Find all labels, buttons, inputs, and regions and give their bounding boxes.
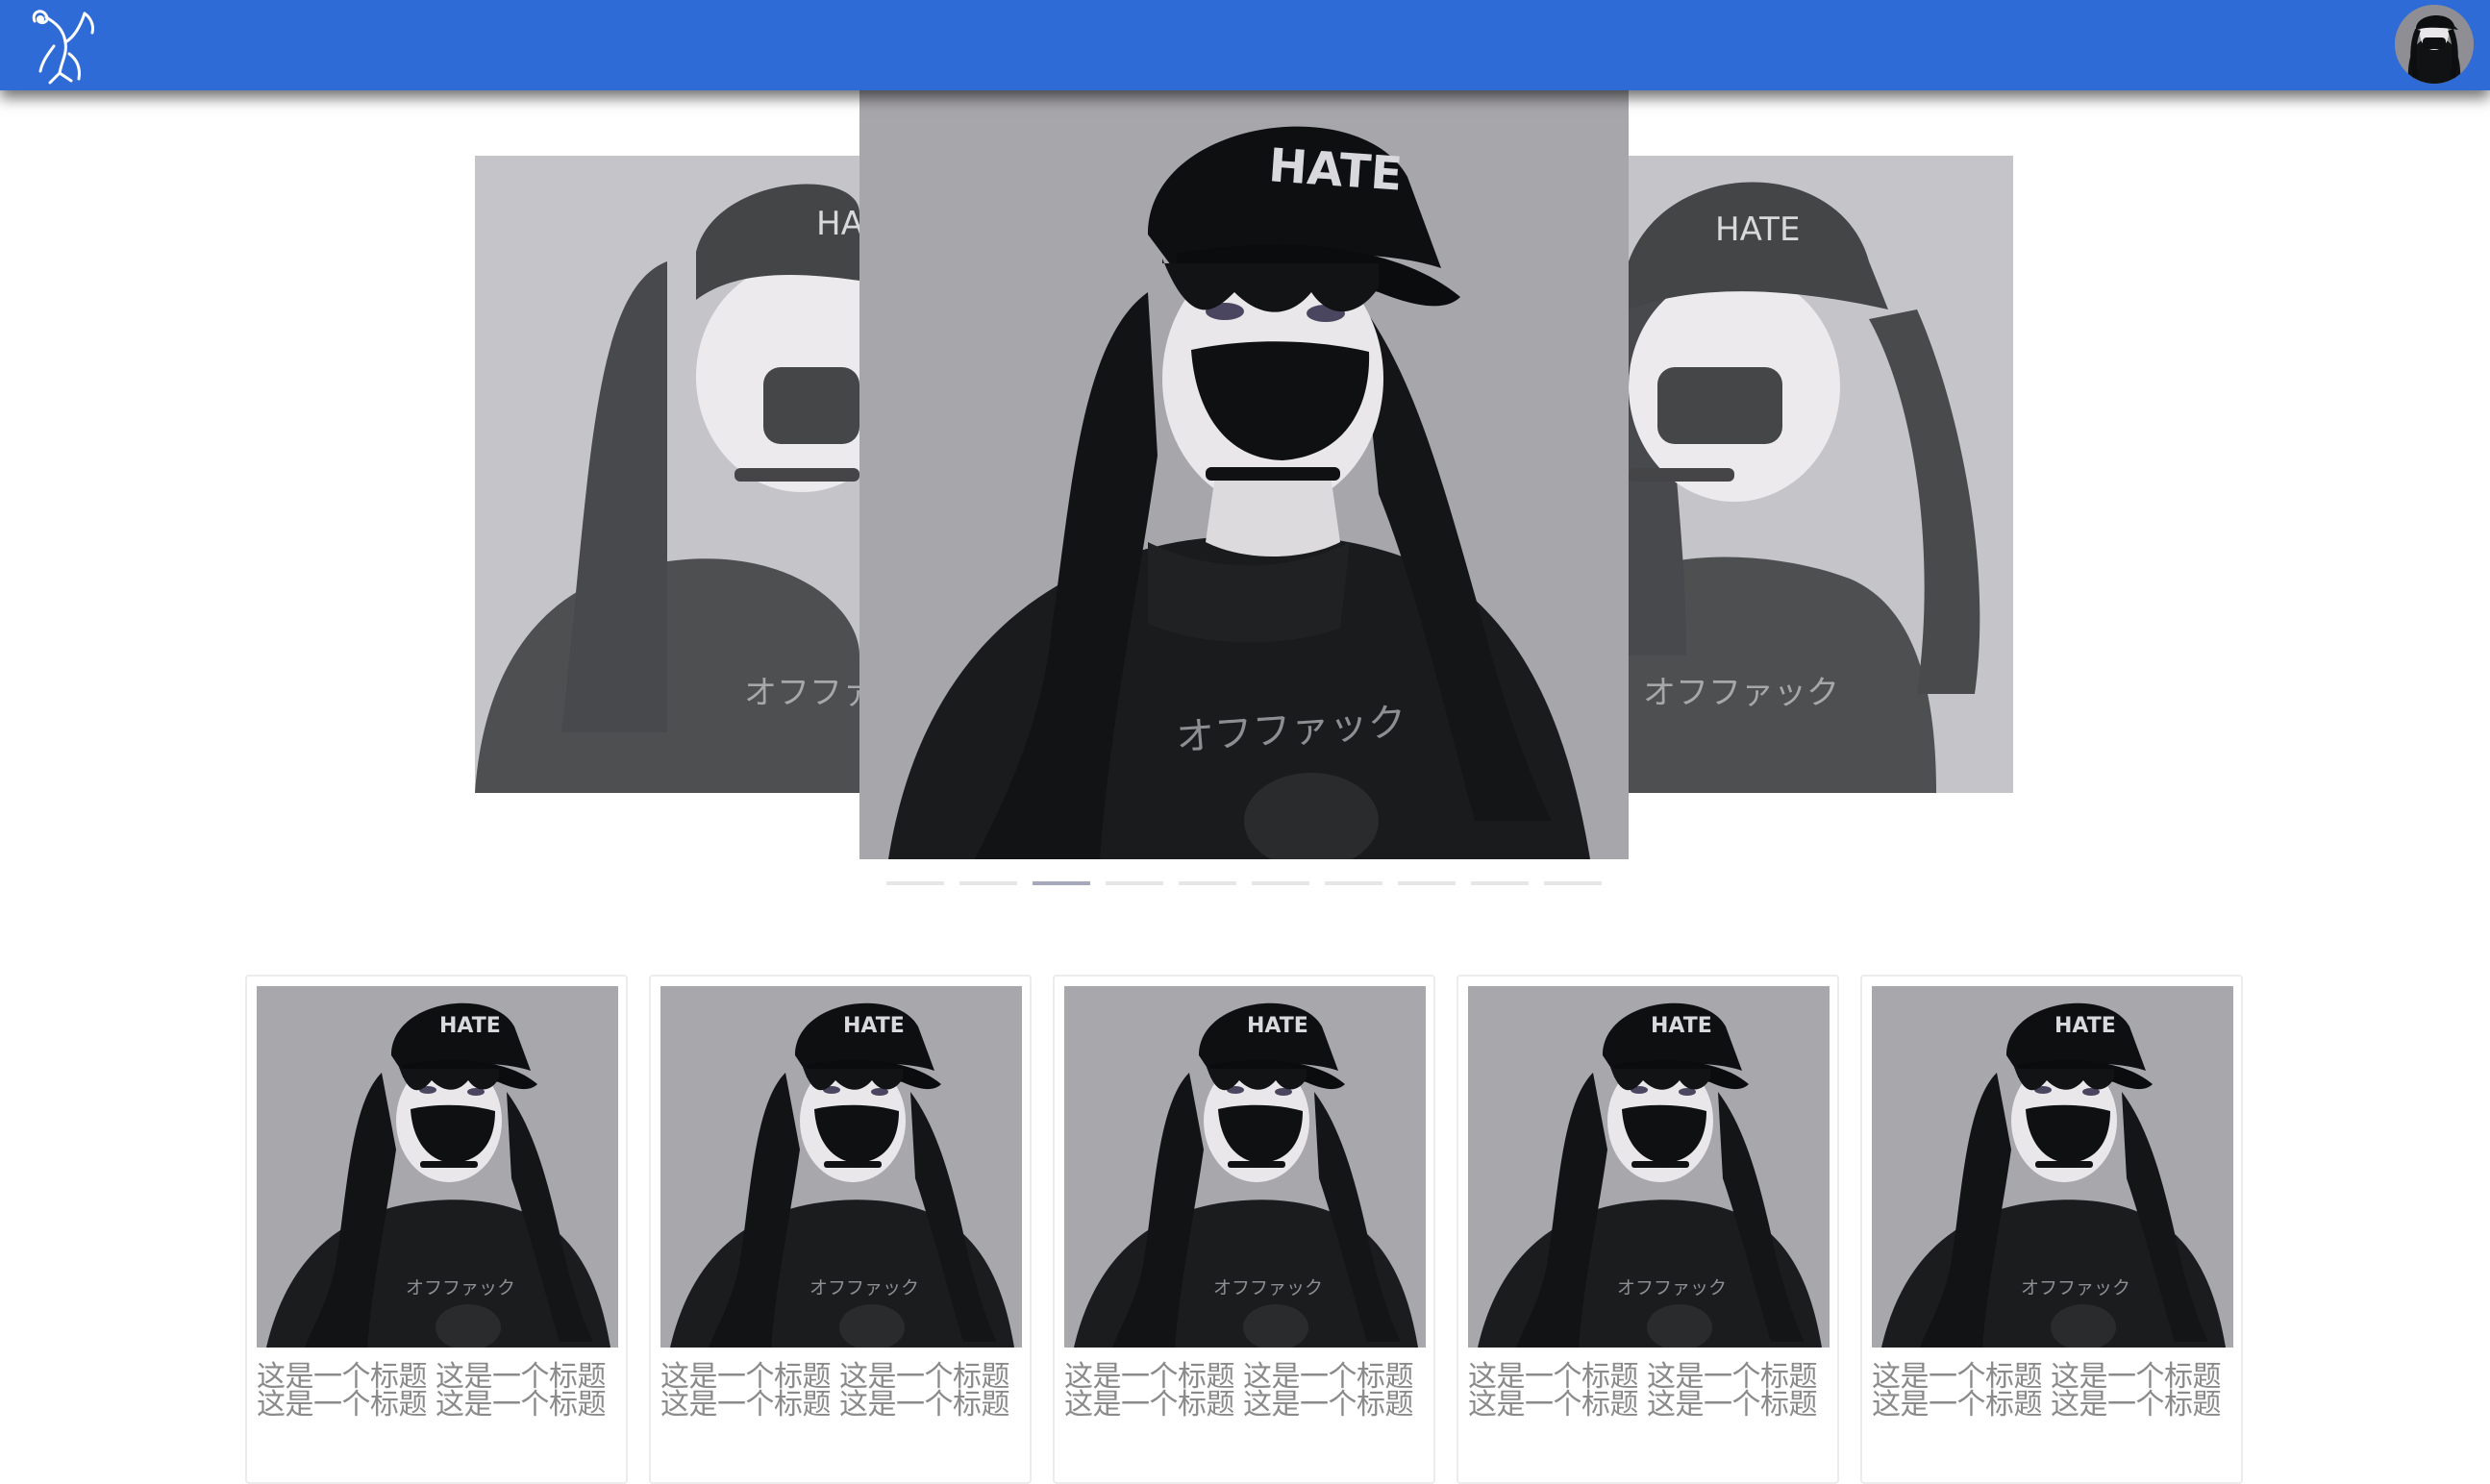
content-card[interactable]: HATE オフファック 这是一个标题 这是一个标题 这是一个标题 这是一个标题	[1053, 975, 1435, 1484]
card-image[interactable]: HATE オフファック	[1872, 986, 2233, 1348]
content-card[interactable]: HATE オフファック 这是一个标题 这是一个标题 这是一个标题 这是一个标题	[245, 975, 628, 1484]
cap-text: HATE	[843, 1014, 905, 1038]
content-card[interactable]: HATE オフファック 这是一个标题 这是一个标题 这是一个标题 这是一个标题	[1457, 975, 1839, 1484]
carousel-indicator-9[interactable]	[1471, 881, 1529, 885]
card-title[interactable]: 这是一个标题 这是一个标题 这是一个标题 这是一个标题	[257, 1363, 616, 1420]
card-title[interactable]: 这是一个标题 这是一个标题 这是一个标题 这是一个标题	[1468, 1363, 1828, 1420]
shirt-text: オフファック	[1617, 1277, 1727, 1298]
card-title[interactable]: 这是一个标题 这是一个标题 这是一个标题 这是一个标题	[660, 1363, 1020, 1420]
content-card[interactable]: HATE オフファック 这是一个标题 这是一个标题 这是一个标题 这是一个标题	[1860, 975, 2243, 1484]
carousel-indicator-8[interactable]	[1398, 881, 1456, 885]
shirt-text: オフファック	[809, 1277, 919, 1298]
card-image[interactable]: HATE オフファック	[1468, 986, 1830, 1348]
user-avatar-icon[interactable]	[2395, 5, 2474, 84]
carousel-indicator-7[interactable]	[1325, 881, 1382, 885]
carousel-indicator-2[interactable]	[959, 881, 1017, 885]
cap-text: HATE	[2054, 1014, 2116, 1038]
cap-text: HATE	[439, 1014, 501, 1038]
cap-text: HATE	[1715, 210, 1800, 249]
cap-text: HATE	[1267, 138, 1405, 202]
card-image[interactable]: HATE オフファック	[1064, 986, 1426, 1348]
carousel-slide-previous[interactable]: HATE オフファック	[475, 156, 859, 793]
card-title[interactable]: 这是一个标题 这是一个标题 这是一个标题 这是一个标题	[1872, 1363, 2231, 1420]
shirt-text: オフファック	[1213, 1277, 1323, 1298]
cap-text: HATE	[1247, 1014, 1308, 1038]
card-title[interactable]: 这是一个标题 这是一个标题 这是一个标题 这是一个标题	[1064, 1363, 1424, 1420]
content-card[interactable]: HATE オフファック 这是一个标题 这是一个标题 这是一个标题 这是一个标题	[649, 975, 1032, 1484]
image-carousel[interactable]: HATE オフファック HATE オフファック	[0, 90, 2490, 898]
top-navbar	[0, 0, 2490, 90]
carousel-indicator-4[interactable]	[1106, 881, 1163, 885]
carousel-indicator-5[interactable]	[1179, 881, 1236, 885]
shirt-text: オフファック	[2021, 1277, 2130, 1298]
carousel-indicator-6[interactable]	[1252, 881, 1309, 885]
cap-text: HATE	[1651, 1014, 1712, 1038]
dancer-logo-icon[interactable]	[21, 4, 98, 87]
card-list: HATE オフファック 这是一个标题 这是一个标题 这是一个标题 这是一个标题	[245, 975, 2243, 1484]
card-image[interactable]: HATE オフファック	[660, 986, 1022, 1348]
carousel-slide-next[interactable]: HATE オフファック	[1629, 156, 2013, 793]
carousel-indicator-3[interactable]	[1033, 881, 1090, 885]
carousel-indicator-10[interactable]	[1544, 881, 1602, 885]
carousel-indicator-1[interactable]	[886, 881, 944, 885]
shirt-text: オフファック	[1643, 674, 1839, 712]
carousel-indicators	[886, 881, 1604, 893]
carousel-slide-active[interactable]: HATE オフファック	[859, 90, 1629, 859]
card-image[interactable]: HATE オフファック	[257, 986, 618, 1348]
shirt-text: オフファック	[744, 674, 859, 712]
shirt-text: オフファック	[406, 1277, 515, 1298]
cap-text: HATE	[816, 205, 859, 243]
